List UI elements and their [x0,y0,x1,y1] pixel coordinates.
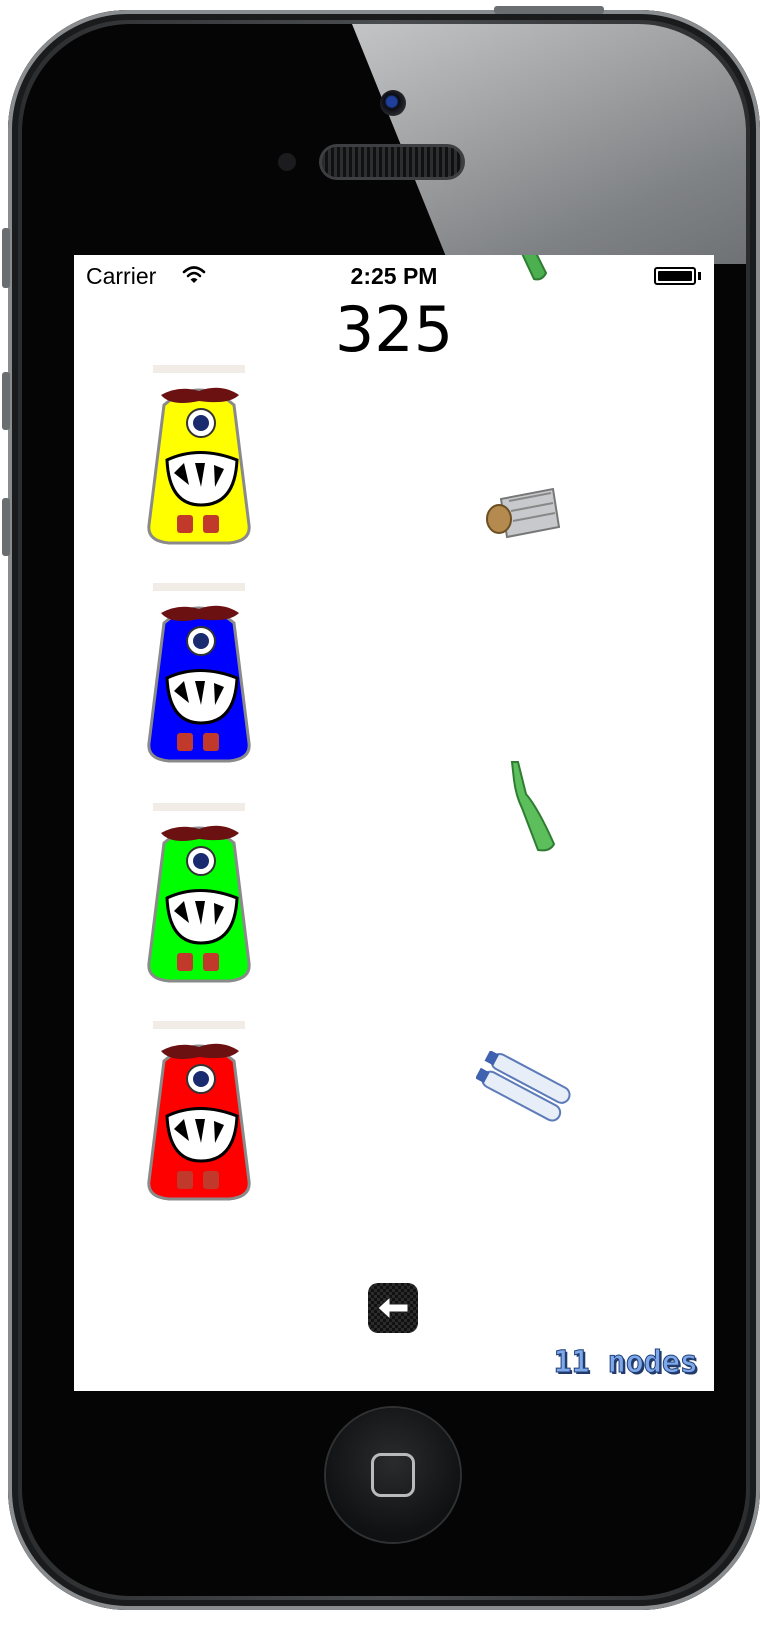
back-button[interactable] [368,1283,418,1333]
phone-frame: Carrier 2:25 PM 325 11 nodes [2,6,760,1610]
monster-green[interactable] [129,803,269,993]
monster-body [147,365,251,545]
plastic-bottles-icon[interactable] [476,1051,574,1127]
volume-up-button [2,372,10,430]
green-bottle-icon[interactable] [504,760,564,854]
score-label: 325 [334,293,454,366]
monster-yellow[interactable] [129,365,269,555]
tin-can-icon[interactable] [479,487,563,541]
battery-icon [654,267,696,285]
battery-tip [698,272,701,280]
proximity-sensor [278,153,296,171]
arrow-left-icon [377,1295,409,1321]
status-time: 2:25 PM [350,263,438,289]
green-bottle-icon[interactable] [512,255,552,281]
front-camera-icon [380,90,406,116]
volume-down-button [2,498,10,556]
status-bar: Carrier 2:25 PM [74,255,714,295]
monster-body [147,583,251,763]
power-button [494,6,604,14]
monster-body [147,1021,251,1201]
monster-blue[interactable] [129,583,269,773]
home-square-icon [371,1453,415,1497]
earpiece-speaker [322,147,462,177]
game-screen[interactable]: Carrier 2:25 PM 325 11 nodes [74,255,714,1391]
home-button[interactable] [326,1408,460,1542]
mute-switch [2,228,10,288]
monster-red[interactable] [129,1021,269,1211]
monster-body [147,803,251,983]
phone-glare [352,24,746,264]
node-count-label: 11 nodes [553,1345,698,1381]
